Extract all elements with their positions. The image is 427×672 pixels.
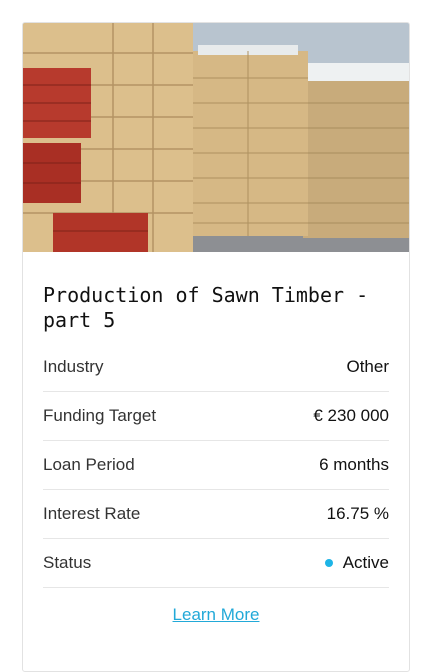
timber-image	[23, 23, 409, 252]
loan-period-value: 6 months	[319, 455, 389, 474]
interest-rate-label: Interest Rate	[43, 504, 141, 523]
detail-row-industry: Industry Other	[43, 343, 389, 392]
detail-row-status: Status Active	[43, 539, 389, 588]
industry-label: Industry	[43, 357, 104, 376]
status-value: Active	[342, 553, 389, 572]
loan-period-label: Loan Period	[43, 455, 135, 474]
status-label: Status	[43, 553, 92, 572]
interest-rate-value: 16.75 %	[326, 504, 389, 523]
detail-row-interest-rate: Interest Rate 16.75 %	[43, 490, 389, 539]
project-title: Production of Sawn Timber - part 5	[43, 283, 369, 332]
project-card: Production of Sawn Timber - part 5 Indus…	[22, 22, 410, 672]
status-badge: Active	[324, 553, 389, 573]
learn-more-link[interactable]: Learn More	[43, 605, 389, 625]
status-dot-icon	[324, 559, 333, 567]
detail-row-funding-target: Funding Target € 230 000	[43, 392, 389, 441]
detail-row-loan-period: Loan Period 6 months	[43, 441, 389, 490]
funding-target-label: Funding Target	[43, 406, 157, 425]
funding-target-value: € 230 000	[313, 406, 389, 425]
industry-value: Other	[346, 357, 389, 376]
